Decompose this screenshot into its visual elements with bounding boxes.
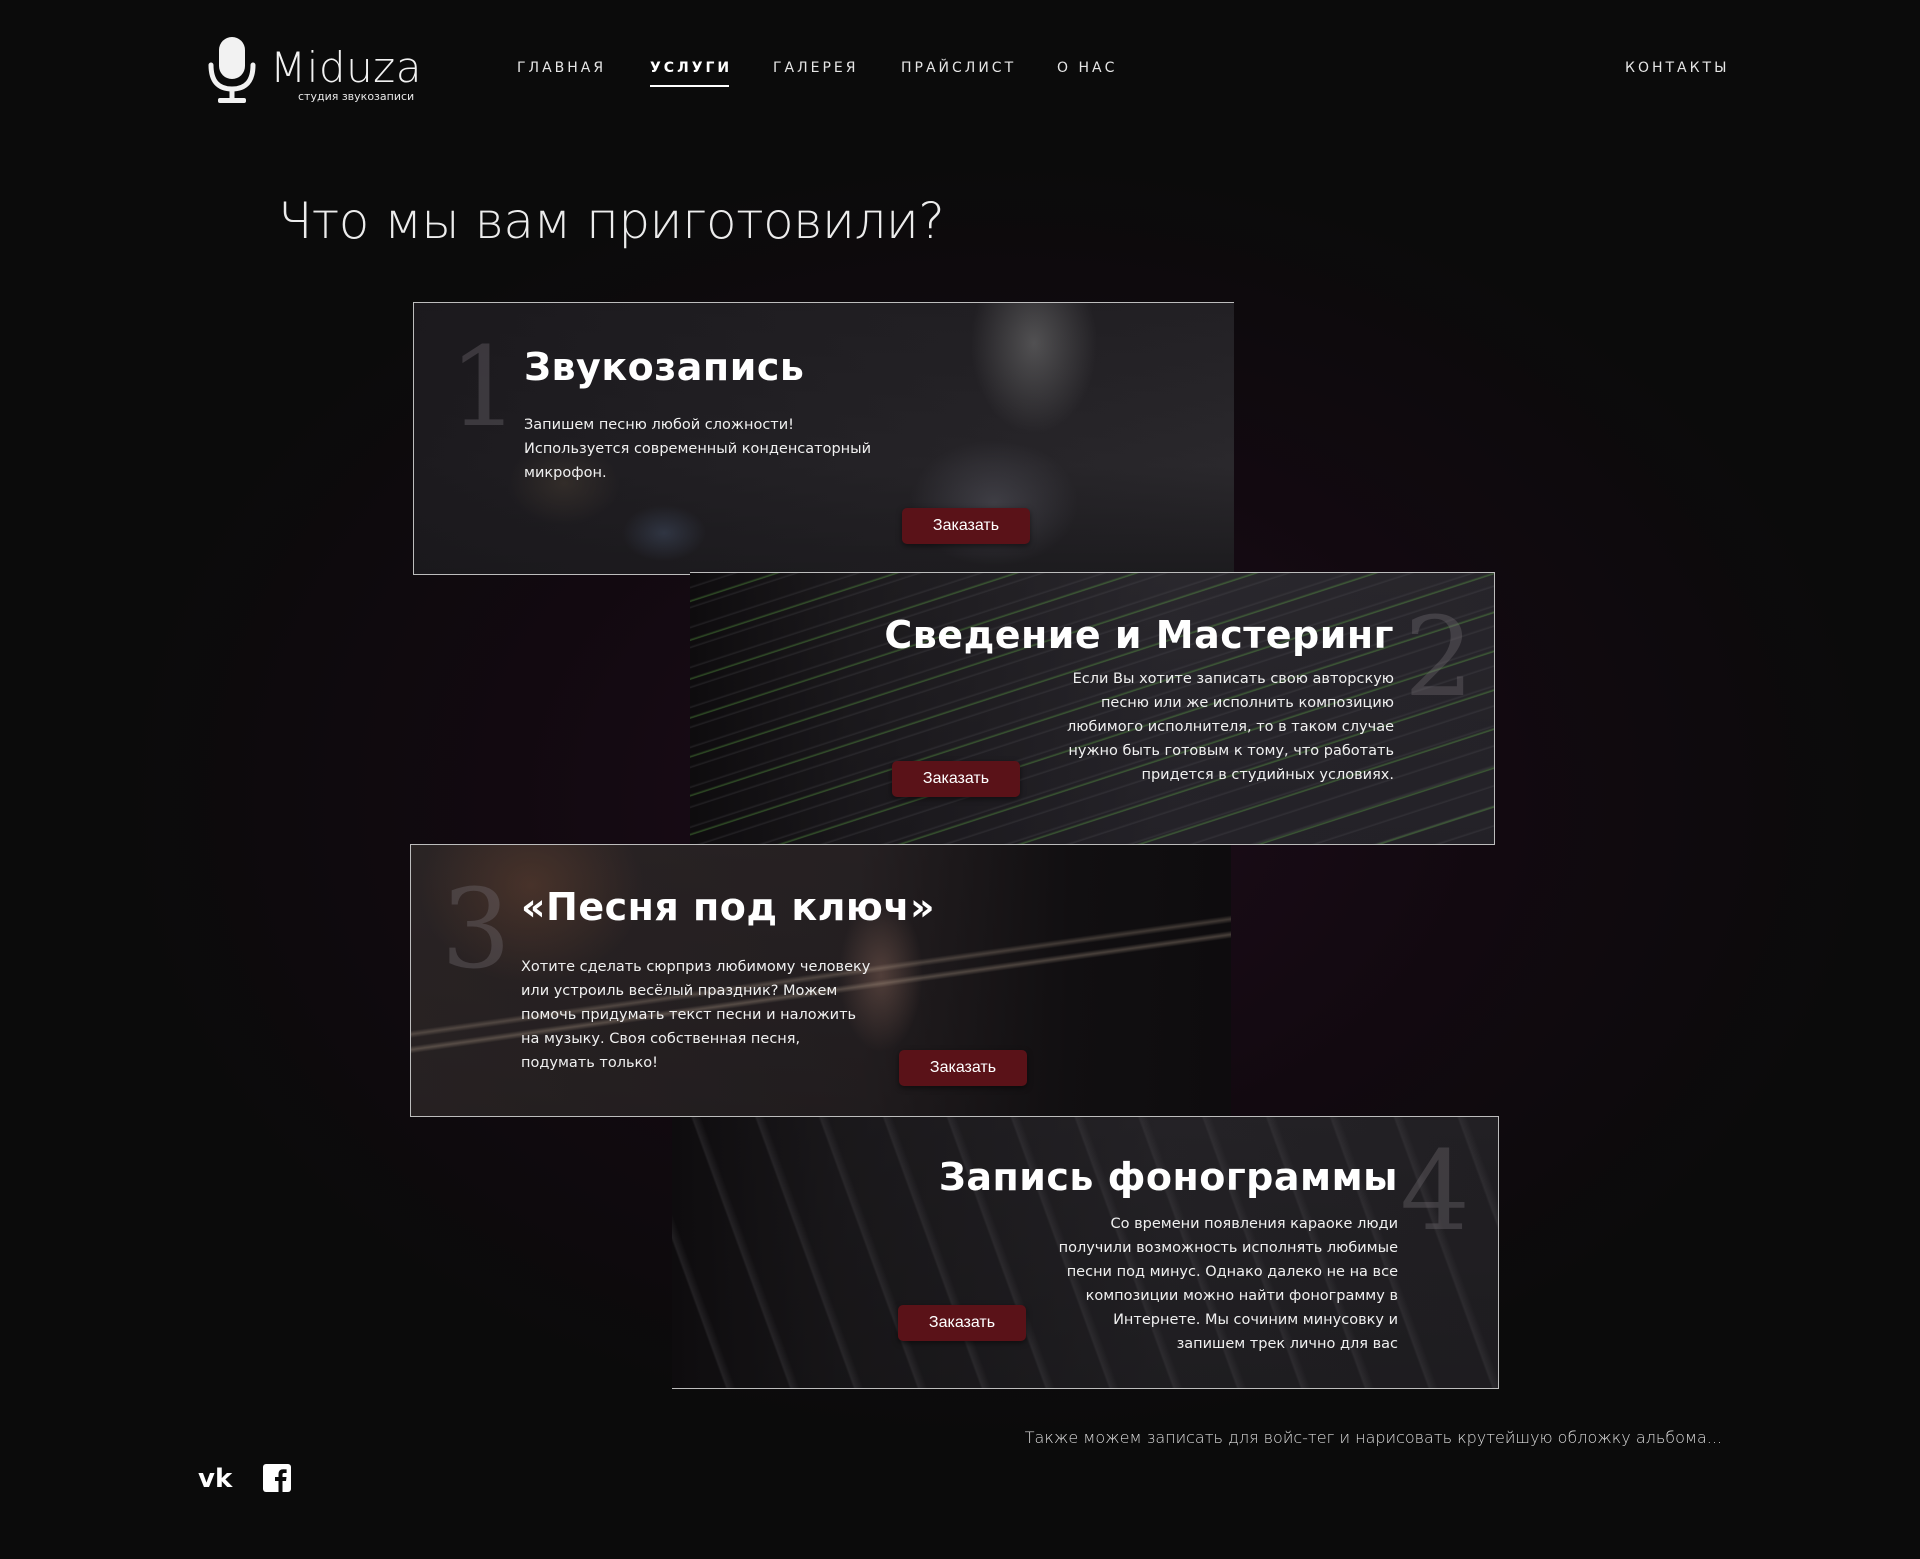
service-title: Запись фонограммы — [938, 1155, 1398, 1199]
order-button[interactable]: Заказать — [902, 508, 1030, 544]
order-button[interactable]: Заказать — [899, 1050, 1027, 1086]
footer-note: Также можем записать для войс-тег и нари… — [1024, 1428, 1722, 1447]
nav-item-services[interactable]: УСЛУГИ — [650, 60, 732, 87]
nav-item-contacts[interactable]: КОНТАКТЫ — [1625, 60, 1729, 76]
nav-item-gallery[interactable]: ГАЛЕРЕЯ — [773, 60, 859, 76]
nav-item-home[interactable]: ГЛАВНАЯ — [517, 60, 606, 76]
order-button[interactable]: Заказать — [898, 1305, 1026, 1341]
vk-icon[interactable]: vk — [198, 1463, 234, 1494]
brand-subtitle: студия звукозаписи — [298, 90, 415, 103]
microphone-icon — [208, 37, 256, 103]
facebook-icon[interactable] — [262, 1463, 298, 1493]
service-card-recording: 1 Звукозапись Запишем песню любой сложно… — [413, 302, 1234, 575]
svg-text:vk: vk — [198, 1464, 233, 1493]
service-card-turnkey-song: 3 «Песня под ключ» Хотите сделать сюрпри… — [410, 844, 1231, 1117]
service-description: Если Вы хотите записать свою авторскую п… — [1066, 671, 1394, 783]
service-card-mixing-mastering: 2 Сведение и Мастеринг Если Вы хотите за… — [690, 572, 1495, 845]
service-title: Сведение и Мастеринг — [884, 613, 1394, 657]
service-number: 3 — [441, 865, 511, 993]
service-description: Запишем песню любой сложности! Используе… — [524, 417, 872, 481]
service-title: Звукозапись — [524, 345, 805, 389]
service-number: 4 — [1400, 1127, 1470, 1255]
service-description: Со времени появления караоке люди получи… — [1058, 1216, 1398, 1352]
logo[interactable]: Miduza студия звукозаписи — [205, 35, 425, 110]
page-title: Что мы вам приготовили? — [278, 192, 945, 250]
brand-name: Miduza — [270, 43, 422, 92]
service-card-backing-track: 4 Запись фонограммы Со времени появления… — [672, 1116, 1499, 1389]
service-title: «Песня под ключ» — [521, 885, 936, 929]
service-number: 1 — [449, 323, 519, 451]
order-button[interactable]: Заказать — [892, 761, 1020, 797]
nav-item-about[interactable]: О НАС — [1057, 60, 1117, 76]
service-description: Хотите сделать сюрприз любимому человеку… — [521, 959, 871, 1071]
service-number: 2 — [1404, 593, 1474, 721]
nav-item-pricelist[interactable]: ПРАЙСЛИСТ — [901, 60, 1016, 76]
